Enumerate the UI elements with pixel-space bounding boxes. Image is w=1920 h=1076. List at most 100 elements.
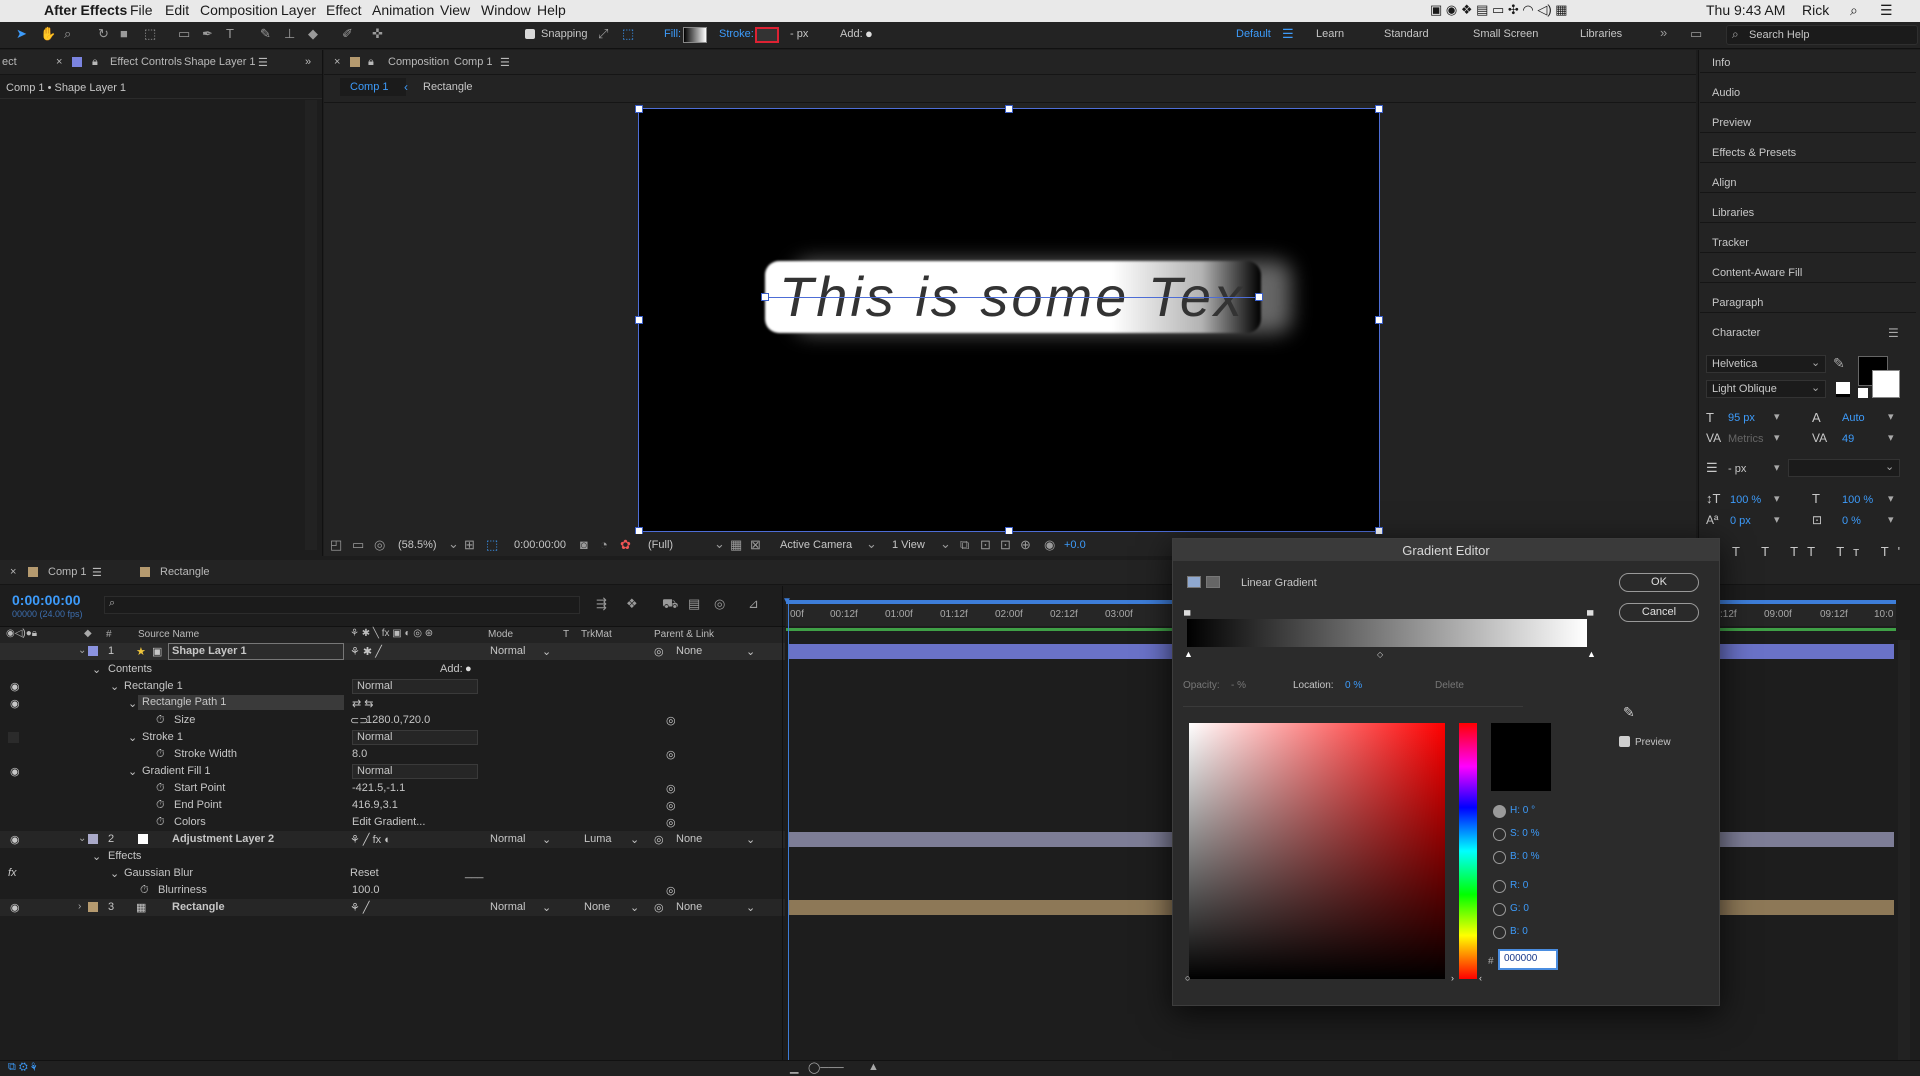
layer-mode[interactable]: Normal bbox=[490, 901, 525, 913]
draft-3d-icon[interactable]: ❖ bbox=[626, 597, 638, 611]
menu-edit[interactable]: Edit bbox=[165, 2, 189, 18]
chevron-down-icon[interactable]: ▾ bbox=[1888, 513, 1894, 526]
color-channel-icon[interactable]: ✿ bbox=[620, 538, 631, 552]
graph-editor-icon[interactable]: ⊿ bbox=[748, 597, 759, 611]
chevron-down-icon[interactable]: ⌄ bbox=[630, 833, 639, 846]
hue-slider[interactable] bbox=[1459, 723, 1477, 979]
hex-input[interactable]: 000000 bbox=[1498, 949, 1558, 970]
chevron-right-icon[interactable]: › bbox=[78, 901, 81, 912]
panel-content-aware-fill[interactable]: Content-Aware Fill bbox=[1712, 267, 1802, 279]
green-radio[interactable] bbox=[1493, 903, 1506, 916]
panel-menu-icon[interactable]: ☰ bbox=[92, 566, 102, 579]
pickwhip-icon[interactable]: ◎ bbox=[654, 833, 664, 846]
panel-effects-presets[interactable]: Effects & Presets bbox=[1712, 147, 1796, 159]
stroke-width[interactable]: - px bbox=[790, 28, 808, 40]
transparency-icon[interactable]: ⊠ bbox=[750, 538, 761, 552]
stopwatch-icon[interactable]: ⏱ bbox=[156, 799, 165, 812]
roi-icon[interactable]: ⬚ bbox=[486, 538, 498, 552]
bbox-handle[interactable] bbox=[1375, 316, 1383, 324]
workspace-default[interactable]: Default bbox=[1236, 28, 1271, 40]
motion-blur-icon[interactable]: ◎ bbox=[714, 597, 725, 611]
stroke1-mode[interactable]: Normal bbox=[352, 730, 478, 745]
fill-label[interactable]: Fill: bbox=[664, 28, 681, 40]
flowchart-icon[interactable]: ⊕ bbox=[1020, 538, 1031, 552]
scrollbar[interactable] bbox=[305, 100, 317, 550]
property-row[interactable]: ⏱ Size ⊂⊃ 1280.0,720.0 ◎ bbox=[0, 712, 785, 729]
source-name-col[interactable]: Source Name bbox=[138, 629, 199, 640]
hue-radio[interactable] bbox=[1493, 805, 1506, 818]
bbox-handle[interactable] bbox=[635, 316, 643, 324]
color-stop-left[interactable]: ▲ bbox=[1184, 649, 1193, 659]
midpoint-icon[interactable]: ◇ bbox=[1377, 650, 1383, 659]
selection-tool-icon[interactable]: ➤ bbox=[16, 27, 27, 41]
timeline-tab-comp1[interactable]: Comp 1 bbox=[48, 566, 87, 578]
chevron-down-icon[interactable]: ⌄ bbox=[746, 901, 755, 914]
comp-nav-rectangle[interactable]: Rectangle bbox=[423, 81, 473, 93]
color-field[interactable] bbox=[1189, 723, 1445, 979]
chevron-down-icon[interactable]: ▾ bbox=[1774, 492, 1780, 505]
panel-audio[interactable]: Audio bbox=[1712, 87, 1740, 99]
zoom-tool-icon[interactable]: ⌕ bbox=[64, 27, 71, 41]
layer-label-color[interactable] bbox=[88, 834, 98, 844]
property-row[interactable]: ⏱ End Point 416.9,3.1 ◎ bbox=[0, 797, 785, 814]
list-icon[interactable]: ☰ bbox=[1880, 2, 1893, 19]
chevron-down-icon[interactable]: ▾ bbox=[1774, 513, 1780, 526]
layer-label-color[interactable] bbox=[88, 902, 98, 912]
opacity-stop-left[interactable]: ▄ bbox=[1184, 605, 1190, 615]
blurriness-value[interactable]: 100.0 bbox=[352, 884, 380, 896]
chevron-down-icon[interactable]: ▾ bbox=[1888, 492, 1894, 505]
always-preview-icon[interactable]: ◰ bbox=[330, 538, 342, 552]
view-layout[interactable]: 1 View bbox=[892, 539, 925, 551]
linear-gradient-icon[interactable] bbox=[1187, 576, 1201, 588]
comp-nav-active[interactable]: Comp 1 bbox=[340, 78, 406, 96]
rectangle1-mode[interactable]: Normal bbox=[352, 679, 478, 694]
expression-pickwhip-icon[interactable]: ◎ bbox=[666, 799, 676, 812]
leading-value[interactable]: Auto bbox=[1842, 412, 1865, 424]
layer-row-2[interactable]: ◉ ⌄ 2 Adjustment Layer 2 ⚘ ╱ fx ◐ Normal… bbox=[0, 831, 785, 848]
snapshot-icon[interactable]: ◙ bbox=[580, 538, 588, 552]
expression-pickwhip-icon[interactable]: ◎ bbox=[666, 714, 676, 727]
green-value[interactable]: G: 0 bbox=[1510, 903, 1529, 914]
chevron-down-icon[interactable]: ⌄ bbox=[92, 850, 101, 863]
cancel-button[interactable]: Cancel bbox=[1619, 603, 1699, 622]
chevron-down-icon[interactable]: ⌄ bbox=[542, 833, 551, 846]
options-link[interactable]: ___ bbox=[465, 867, 483, 879]
chevron-down-icon[interactable]: ▾ bbox=[1774, 410, 1780, 423]
delete-button[interactable]: Delete bbox=[1435, 680, 1464, 691]
chevron-down-icon[interactable]: ⌄ bbox=[714, 537, 725, 551]
fill-swatch[interactable] bbox=[683, 27, 707, 43]
panel-menu-icon[interactable]: ☰ bbox=[500, 56, 510, 69]
property-row[interactable]: ⏱ Blurriness 100.0 ◎ bbox=[0, 882, 785, 899]
red-value[interactable]: R: 0 bbox=[1510, 880, 1528, 891]
ok-button[interactable]: OK bbox=[1619, 573, 1699, 592]
exposure-value[interactable]: +0.0 bbox=[1064, 539, 1086, 551]
end-point-value[interactable]: 416.9,3.1 bbox=[352, 799, 398, 811]
layer-switches-icon[interactable]: ⚘ ✱ ╱ bbox=[350, 645, 382, 658]
composition-tab-comp[interactable]: Comp 1 bbox=[454, 56, 493, 68]
eraser-tool-icon[interactable]: ◆ bbox=[308, 27, 318, 41]
panel-preview[interactable]: Preview bbox=[1712, 117, 1751, 129]
menu-help[interactable]: Help bbox=[537, 2, 566, 18]
workspace-libraries[interactable]: Libraries bbox=[1580, 28, 1622, 40]
layer-parent[interactable]: None bbox=[676, 901, 702, 913]
user-name[interactable]: Rick bbox=[1802, 2, 1829, 18]
chevron-down-icon[interactable]: ▾ bbox=[1888, 410, 1894, 423]
chevron-down-icon[interactable]: ⌄ bbox=[92, 663, 101, 676]
zoom-slider[interactable]: ◯─── bbox=[808, 1061, 844, 1074]
edit-gradient-link[interactable]: Edit Gradient... bbox=[352, 816, 425, 828]
timeline-scrollbar[interactable] bbox=[1898, 640, 1910, 1070]
menu-layer[interactable]: Layer bbox=[281, 2, 316, 18]
layer-parent[interactable]: None bbox=[676, 645, 702, 657]
close-icon[interactable]: × bbox=[10, 566, 16, 578]
eyedropper-icon[interactable]: ✎ bbox=[1623, 704, 1635, 721]
gradient-end-handle[interactable] bbox=[1255, 293, 1263, 301]
rectangle-tool-icon[interactable]: ▭ bbox=[178, 27, 190, 41]
layer-switches-icon[interactable]: ⚘ ╱ fx ◐ bbox=[350, 833, 391, 846]
snapping-checkbox[interactable] bbox=[525, 29, 535, 39]
layer-parent[interactable]: None bbox=[676, 833, 702, 845]
hue-slider-right-arrow[interactable]: ‹ bbox=[1479, 973, 1482, 983]
rotate-tool-icon[interactable]: ↻ bbox=[98, 27, 109, 41]
blue-radio[interactable] bbox=[1493, 926, 1506, 939]
chevron-down-icon[interactable]: ⌄ bbox=[940, 537, 951, 551]
property-row[interactable]: ◉ ⌄ Rectangle Path 1 ⇄ ⇆ bbox=[0, 695, 785, 712]
